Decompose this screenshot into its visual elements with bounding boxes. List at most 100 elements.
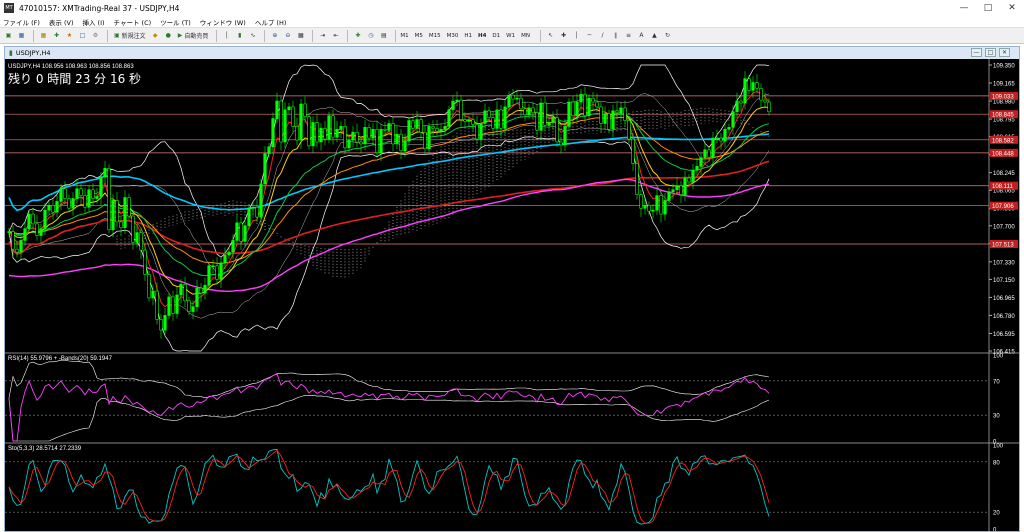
maximize-icon[interactable]: □ bbox=[976, 0, 1000, 16]
candle bbox=[523, 108, 527, 115]
close-icon[interactable]: ✕ bbox=[1000, 0, 1024, 16]
line-chart-icon[interactable]: ∿ bbox=[247, 29, 258, 42]
candle bbox=[271, 118, 275, 148]
candle bbox=[567, 101, 571, 127]
toolbar-separator bbox=[264, 29, 266, 42]
timeframe-m15[interactable]: M15 bbox=[429, 33, 441, 39]
price-tick-label: 108.980 bbox=[993, 100, 1015, 106]
zoom-out-icon[interactable]: ⊖ bbox=[282, 29, 293, 42]
menu-view[interactable]: 表示 (V) bbox=[49, 17, 74, 27]
strategy-tester-icon[interactable]: ⚙ bbox=[90, 29, 101, 42]
chart-restore-icon[interactable]: □ bbox=[985, 48, 996, 57]
candle bbox=[403, 140, 407, 152]
timeframe-mn[interactable]: MN bbox=[521, 33, 530, 39]
price-label: 108.111 bbox=[992, 184, 1013, 190]
timeframe-m1[interactable]: M1 bbox=[400, 33, 408, 39]
candlestick-icon[interactable]: ▮ bbox=[234, 29, 245, 42]
menu-insert[interactable]: 挿入 (I) bbox=[82, 17, 104, 27]
tile-windows-icon[interactable]: ▦ bbox=[295, 29, 306, 42]
indicators-icon[interactable]: ✚ bbox=[352, 29, 363, 42]
candle bbox=[615, 110, 619, 114]
candle bbox=[711, 137, 715, 158]
auto-trade-button[interactable]: ▶ 自動売買 bbox=[176, 29, 211, 42]
menu-file[interactable]: ファイル (F) bbox=[3, 17, 40, 27]
candle bbox=[167, 296, 171, 316]
candle bbox=[611, 110, 615, 130]
candle bbox=[619, 107, 623, 114]
timeframe-d1[interactable]: D1 bbox=[492, 33, 500, 39]
chart-window-title: USDJPY,H4 bbox=[15, 49, 51, 57]
new-chart-icon[interactable]: ▣ bbox=[3, 29, 14, 42]
signals-icon[interactable]: ● bbox=[163, 29, 174, 42]
timeframe-w1[interactable]: W1 bbox=[506, 33, 515, 39]
price-tick-label: 106.780 bbox=[993, 314, 1015, 320]
crosshair-icon[interactable]: ✚ bbox=[558, 29, 569, 42]
chart-close-icon[interactable]: ✕ bbox=[999, 48, 1010, 57]
rsi-tick-label: 70 bbox=[993, 379, 1000, 385]
profiles-icon[interactable]: ▦ bbox=[16, 29, 27, 42]
candle-countdown: 残り 0 時間 23 分 16 秒 bbox=[8, 72, 141, 86]
chart-minimize-icon[interactable]: — bbox=[971, 48, 982, 57]
candle bbox=[87, 189, 91, 208]
candle bbox=[303, 103, 307, 117]
cursor-icon[interactable]: ↖ bbox=[545, 29, 556, 42]
channel-icon[interactable]: ∥ bbox=[610, 29, 621, 42]
candle bbox=[515, 97, 519, 100]
terminal-icon[interactable]: □ bbox=[77, 29, 88, 42]
candle bbox=[731, 111, 735, 128]
vertical-line-icon[interactable]: │ bbox=[571, 29, 582, 42]
candle bbox=[23, 228, 27, 241]
price-chart[interactable]: 109.350109.165108.980108.795108.615108.4… bbox=[5, 59, 1019, 531]
timeframe-h4[interactable]: H4 bbox=[478, 33, 486, 39]
candle bbox=[231, 240, 235, 253]
templates-icon[interactable]: ▤ bbox=[378, 29, 389, 42]
timeframe-h1[interactable]: H1 bbox=[464, 33, 472, 39]
data-window-icon[interactable]: ✚ bbox=[51, 29, 62, 42]
metaeditor-icon[interactable]: ◆ bbox=[150, 29, 161, 42]
candle bbox=[135, 232, 139, 243]
candle bbox=[35, 223, 39, 236]
text-tool-icon[interactable]: A bbox=[636, 29, 647, 42]
candle bbox=[39, 228, 43, 236]
horizontal-line-icon[interactable]: ─ bbox=[584, 29, 595, 42]
ema-mid-line bbox=[8, 106, 770, 295]
trendline-icon[interactable]: ∕ bbox=[597, 29, 608, 42]
chart-window-icon: ▮ bbox=[9, 49, 13, 57]
autoscroll-icon[interactable]: ⇥ bbox=[317, 29, 328, 42]
chart-area[interactable]: 109.350109.165108.980108.795108.615108.4… bbox=[5, 59, 1019, 531]
candle bbox=[575, 101, 579, 116]
candle bbox=[363, 127, 367, 145]
candle bbox=[187, 300, 191, 312]
menu-window[interactable]: ウィンドウ (W) bbox=[200, 17, 246, 27]
zoom-in-icon[interactable]: ⊕ bbox=[269, 29, 280, 42]
arrows-icon[interactable]: ↻ bbox=[662, 29, 673, 42]
candle bbox=[215, 265, 219, 280]
chart-window-header[interactable]: ▮ USDJPY,H4 — □ ✕ bbox=[5, 47, 1019, 59]
new-order-button[interactable]: ▣ 新規注文 bbox=[112, 29, 148, 42]
candle bbox=[311, 122, 315, 147]
bar-chart-icon[interactable]: │ bbox=[221, 29, 232, 42]
candle bbox=[559, 141, 563, 146]
navigator-icon[interactable]: ★ bbox=[64, 29, 75, 42]
timeframe-m30[interactable]: M30 bbox=[447, 33, 459, 39]
candle bbox=[59, 188, 63, 202]
candle bbox=[335, 129, 339, 138]
candle bbox=[643, 205, 647, 209]
candle bbox=[255, 206, 259, 218]
price-tick-label: 108.245 bbox=[993, 171, 1015, 177]
market-watch-icon[interactable]: ▦ bbox=[38, 29, 49, 42]
timeframe-m5[interactable]: M5 bbox=[415, 33, 423, 39]
stochastic-header-label: Sto(5,3,3) 28.5714 27.2339 bbox=[8, 446, 82, 452]
periods-icon[interactable]: ◷ bbox=[365, 29, 376, 42]
menu-chart[interactable]: チャート (C) bbox=[114, 17, 152, 27]
menu-help[interactable]: ヘルプ (H) bbox=[255, 17, 287, 27]
candle bbox=[463, 119, 467, 122]
chart-shift-icon[interactable]: ⇤ bbox=[330, 29, 341, 42]
minimize-icon[interactable]: — bbox=[952, 0, 976, 16]
candle bbox=[383, 129, 387, 131]
fibonacci-icon[interactable]: ≡ bbox=[623, 29, 634, 42]
label-tool-icon[interactable]: ▲ bbox=[649, 29, 660, 42]
app-icon: MT bbox=[4, 3, 14, 13]
candle bbox=[443, 126, 447, 130]
menu-tools[interactable]: ツール (T) bbox=[160, 17, 191, 27]
